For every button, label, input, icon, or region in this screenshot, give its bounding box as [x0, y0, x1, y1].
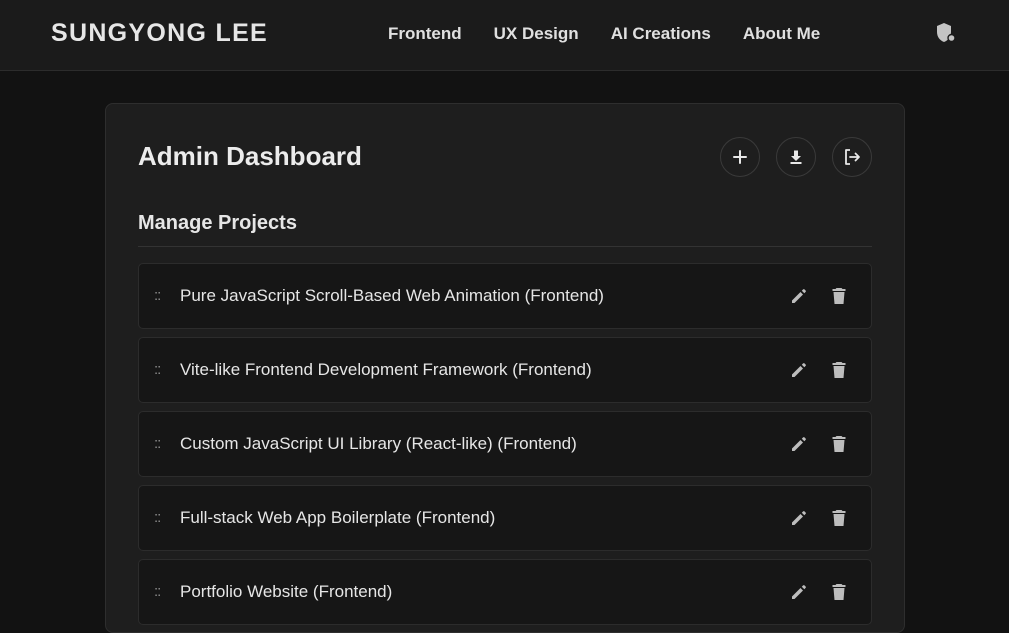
- logout-icon: [843, 148, 861, 166]
- shield-lock-icon[interactable]: [933, 20, 959, 46]
- trash-icon[interactable]: [829, 286, 849, 306]
- project-row[interactable]: :: Pure JavaScript Scroll-Based Web Anim…: [138, 263, 872, 329]
- project-row[interactable]: :: Full-stack Web App Boilerplate (Front…: [138, 485, 872, 551]
- section-title: Manage Projects: [138, 212, 297, 234]
- drag-handle-icon[interactable]: ::: [154, 435, 161, 452]
- nav-link-frontend[interactable]: Frontend: [388, 24, 462, 44]
- pencil-icon[interactable]: [789, 434, 809, 454]
- site-brand[interactable]: SUNGYONG LEE: [51, 19, 268, 48]
- page-title: Admin Dashboard: [138, 141, 362, 171]
- drag-handle-icon[interactable]: ::: [154, 287, 161, 304]
- project-list: :: Pure JavaScript Scroll-Based Web Anim…: [138, 263, 872, 633]
- trash-icon[interactable]: [829, 582, 849, 602]
- pencil-icon[interactable]: [789, 360, 809, 380]
- drag-handle-icon[interactable]: ::: [154, 583, 161, 600]
- project-title: Full-stack Web App Boilerplate (Frontend…: [180, 508, 496, 527]
- top-navigation-bar: SUNGYONG LEE Frontend UX Design AI Creat…: [0, 0, 1009, 71]
- download-icon: [788, 149, 804, 165]
- pencil-icon[interactable]: [789, 508, 809, 528]
- drag-handle-icon[interactable]: ::: [154, 509, 161, 526]
- trash-icon[interactable]: [829, 508, 849, 528]
- project-row[interactable]: :: Portfolio Website (Frontend): [138, 559, 872, 625]
- logout-button[interactable]: [832, 137, 872, 177]
- project-title: Vite-like Frontend Development Framework…: [180, 360, 592, 379]
- download-button[interactable]: [776, 137, 816, 177]
- section-divider: [138, 246, 872, 247]
- nav-link-ai-creations[interactable]: AI Creations: [611, 24, 711, 44]
- pencil-icon[interactable]: [789, 582, 809, 602]
- trash-icon[interactable]: [829, 360, 849, 380]
- add-project-button[interactable]: [720, 137, 760, 177]
- project-title: Portfolio Website (Frontend): [180, 582, 393, 601]
- project-row[interactable]: :: Vite-like Frontend Development Framew…: [138, 337, 872, 403]
- project-title: Custom JavaScript UI Library (React-like…: [180, 434, 577, 453]
- project-title: Pure JavaScript Scroll-Based Web Animati…: [180, 286, 604, 305]
- main-nav: Frontend UX Design AI Creations About Me: [388, 24, 820, 44]
- nav-link-about-me[interactable]: About Me: [743, 24, 820, 44]
- nav-link-ux-design[interactable]: UX Design: [494, 24, 579, 44]
- admin-dashboard-card: Admin Dashboard Manage Projects :: Pure …: [105, 103, 905, 633]
- trash-icon[interactable]: [829, 434, 849, 454]
- drag-handle-icon[interactable]: ::: [154, 361, 161, 378]
- plus-icon: [732, 149, 748, 165]
- pencil-icon[interactable]: [789, 286, 809, 306]
- project-row[interactable]: :: Custom JavaScript UI Library (React-l…: [138, 411, 872, 477]
